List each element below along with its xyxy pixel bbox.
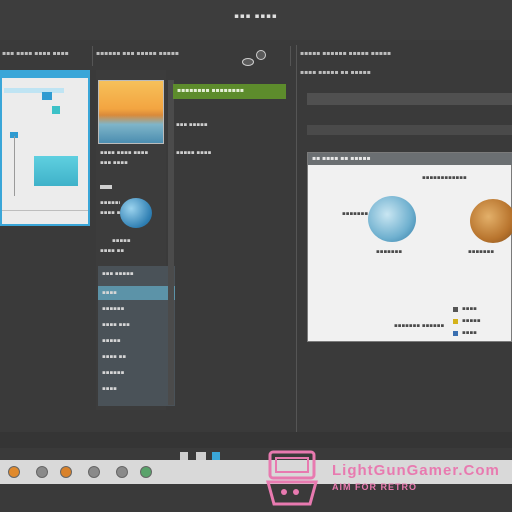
- legend-swatch: [453, 331, 458, 336]
- list-item[interactable]: ▪▪▪▪ ▪▪: [102, 354, 162, 360]
- legend-label: ▪▪▪▪: [462, 330, 477, 336]
- arcade-cabinet-logo: [266, 450, 318, 506]
- thumbnail-line: [14, 136, 15, 196]
- meta-text: ▪▪▪▪▪: [112, 238, 131, 244]
- status-icon[interactable]: [196, 452, 206, 460]
- legend-swatch: [453, 307, 458, 312]
- toolbar-divider: [92, 46, 93, 66]
- title-bar: ▪▪▪ ▪▪▪▪: [0, 0, 512, 40]
- app-icon[interactable]: [8, 466, 20, 478]
- brown-sphere[interactable]: [470, 199, 512, 243]
- status-bar: [0, 432, 512, 448]
- meta-text: ▪▪▪▪ ▪▪: [100, 248, 125, 254]
- window-title: ▪▪▪ ▪▪▪▪: [234, 12, 278, 20]
- legend-label: ▪▪▪▪: [462, 306, 477, 312]
- app-icon[interactable]: [88, 466, 100, 478]
- list-item[interactable]: ▪▪▪▪▪▪: [102, 370, 162, 376]
- window-thumbnail[interactable]: [0, 70, 90, 226]
- right-sphere-caption: ▪▪▪▪▪▪▪: [468, 249, 495, 255]
- watermark-title: LightGunGamer.Com: [332, 462, 500, 479]
- thumbnail-divider: [2, 210, 88, 211]
- thumbnail-block: [42, 92, 52, 100]
- app-icon[interactable]: [116, 466, 128, 478]
- preview-dialog: ▪▪ ▪▪▪▪ ▪▪ ▪▪▪▪▪ ▪▪▪▪▪▪▪▪▪▪▪▪ ▪▪▪▪▪▪▪ ▪▪…: [307, 152, 512, 342]
- blue-sphere[interactable]: [368, 196, 416, 242]
- list-item[interactable]: ▪▪▪▪ ▪▪▪: [102, 322, 162, 328]
- toolbar-divider: [290, 46, 291, 66]
- list-item[interactable]: ▪▪▪▪▪▪: [102, 306, 162, 312]
- dialog-left-label: ▪▪▪▪▪▪▪: [342, 211, 369, 217]
- dialog-bottom-label: ▪▪▪▪▪▪▪ ▪▪▪▪▪▪: [394, 323, 445, 329]
- active-tab-bar[interactable]: ▪▪▪▪▪▪▪▪ ▪▪▪▪▪▪▪▪: [173, 84, 286, 99]
- watermark: LightGunGamer.Com AIM FOR RETRO: [262, 448, 512, 508]
- toolbar-left-label[interactable]: ▪▪▪ ▪▪▪▪ ▪▪▪▪ ▪▪▪▪: [2, 50, 86, 60]
- dialog-title-bar: ▪▪ ▪▪▪▪ ▪▪ ▪▪▪▪▪: [308, 153, 512, 165]
- toolbar-right-label-2[interactable]: ▪▪▪▪ ▪▪▪▪▪ ▪▪ ▪▪▪▪▪: [300, 69, 512, 77]
- list-panel: ▪▪▪ ▪▪▪▪▪ ▪▪▪▪ ▪▪▪▪▪▪ ▪▪▪▪ ▪▪▪ ▪▪▪▪▪ ▪▪▪…: [98, 266, 175, 406]
- thumbnail-block: [52, 106, 60, 114]
- list-item[interactable]: ▪▪▪▪: [102, 386, 162, 392]
- meta-text: ▪▪▪▪▪▪: [100, 200, 120, 206]
- pane-divider[interactable]: [296, 45, 297, 445]
- app-icon[interactable]: [140, 466, 152, 478]
- list-item-label: ▪▪▪▪: [102, 290, 117, 296]
- legend-swatch: [453, 319, 458, 324]
- meta-text: ▪▪▪▪ ▪▪▪: [100, 210, 120, 216]
- left-sphere-caption: ▪▪▪▪▪▪▪: [376, 249, 403, 255]
- active-tab-label: ▪▪▪▪▪▪▪▪ ▪▪▪▪▪▪▪▪: [177, 87, 244, 94]
- app-icon[interactable]: [60, 466, 72, 478]
- refresh-icon[interactable]: [256, 50, 266, 60]
- legend-label: ▪▪▪▪▪: [462, 318, 481, 324]
- scrollbar[interactable]: [168, 80, 174, 405]
- status-icon[interactable]: [180, 452, 188, 460]
- thumbnail-image: [34, 156, 78, 186]
- image-preview[interactable]: [98, 80, 164, 144]
- globe-thumbnail[interactable]: [120, 198, 152, 228]
- window-thumbnail-header: [2, 72, 88, 78]
- cloud-icon[interactable]: [242, 58, 254, 66]
- status-icon[interactable]: [212, 452, 220, 460]
- side-label: ▪▪▪▪▪ ▪▪▪▪: [176, 150, 212, 156]
- toolbar-right-label[interactable]: ▪▪▪▪▪ ▪▪▪▪▪▪ ▪▪▪▪▪ ▪▪▪▪▪: [300, 50, 512, 60]
- side-label: ▪▪▪ ▪▪▪▪▪: [176, 122, 208, 128]
- preview-caption: ▪▪▪▪ ▪▪▪▪ ▪▪▪▪: [100, 150, 149, 156]
- thumbnail-row: [4, 88, 64, 93]
- list-item[interactable]: ▪▪▪▪▪: [102, 338, 162, 344]
- right-pane-header: [307, 93, 512, 105]
- app-icon[interactable]: [36, 466, 48, 478]
- preview-caption-2: ▪▪▪ ▪▪▪▪: [100, 160, 128, 166]
- dialog-title: ▪▪ ▪▪▪▪ ▪▪ ▪▪▪▪▪: [312, 155, 371, 162]
- small-bar: [100, 185, 112, 189]
- watermark-tagline: AIM FOR RETRO: [332, 482, 417, 492]
- dialog-note: ▪▪▪▪▪▪▪▪▪▪▪▪: [422, 175, 467, 181]
- toolbar-mid-label[interactable]: ▪▪▪▪▪▪ ▪▪▪ ▪▪▪▪▪ ▪▪▪▪▪: [96, 50, 224, 60]
- right-pane-subheader: [307, 125, 512, 135]
- list-header: ▪▪▪ ▪▪▪▪▪: [102, 271, 134, 277]
